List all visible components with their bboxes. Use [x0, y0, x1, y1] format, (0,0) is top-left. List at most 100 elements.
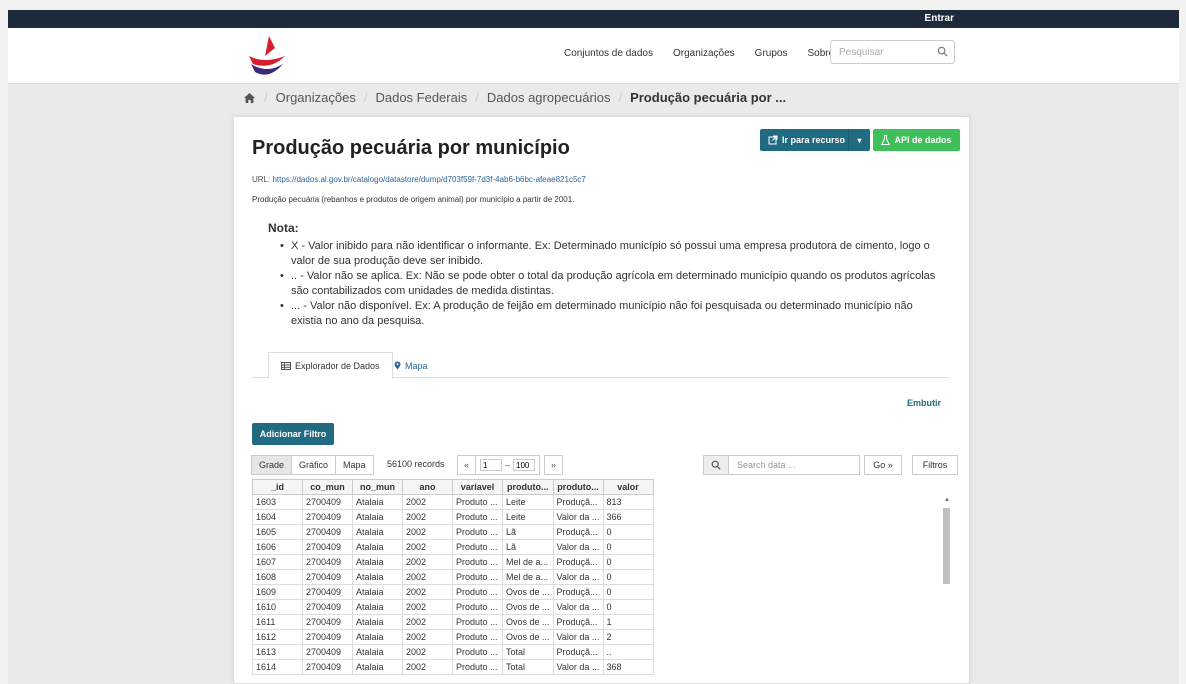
table-cell[interactable]: 2002 — [402, 629, 453, 645]
table-cell[interactable]: 1606 — [252, 539, 303, 555]
table-cell[interactable]: 2700409 — [302, 614, 353, 630]
go-button[interactable]: Go » — [864, 455, 902, 475]
table-cell[interactable]: Atalaia — [352, 614, 403, 630]
go-to-resource-button[interactable]: Ir para recurso ▾ — [760, 129, 870, 151]
column-header[interactable]: variavel — [452, 479, 503, 495]
table-cell[interactable]: Valor da ... — [552, 569, 604, 585]
pager-to-input[interactable] — [513, 459, 536, 471]
table-cell[interactable]: Atalaia — [352, 599, 403, 615]
table-cell[interactable]: 2002 — [402, 494, 453, 510]
breadcrumb-item-current[interactable]: Produção pecuária por ... — [630, 90, 786, 105]
table-cell[interactable]: 2700409 — [302, 659, 353, 675]
table-cell[interactable]: 1612 — [252, 629, 303, 645]
table-cell[interactable]: 2 — [602, 629, 654, 645]
table-cell[interactable]: Valor da ... — [552, 659, 604, 675]
scrollbar-thumb[interactable] — [943, 508, 950, 584]
filters-button[interactable]: Filtros — [912, 455, 958, 475]
resource-url-link[interactable]: https://dados.al.gov.br/catalogo/datasto… — [272, 175, 585, 184]
tab-map[interactable]: Mapa — [382, 352, 440, 379]
breadcrumb-item-organizations[interactable]: Organizações — [276, 90, 356, 105]
table-cell[interactable]: 2700409 — [302, 524, 353, 540]
table-cell[interactable]: 1603 — [252, 494, 303, 510]
table-cell[interactable]: 1604 — [252, 509, 303, 525]
table-row[interactable]: 1605 2700409 Atalaia 2002 Produto ... Lã Produ… — [252, 524, 654, 540]
table-cell[interactable]: 2700409 — [302, 644, 353, 660]
table-cell[interactable]: 2700409 — [302, 629, 353, 645]
table-cell[interactable]: 1608 — [252, 569, 303, 585]
scroll-up-arrow[interactable]: ▲ — [944, 497, 950, 503]
table-cell[interactable]: 2002 — [402, 524, 453, 540]
table-cell[interactable]: 1 — [602, 614, 654, 630]
tab-data-explorer[interactable]: Explorador de Dados — [268, 352, 393, 379]
table-cell[interactable]: Valor da ... — [552, 599, 604, 615]
table-cell[interactable]: 0 — [602, 599, 654, 615]
table-cell[interactable]: Lã — [502, 524, 554, 540]
table-cell[interactable]: 0 — [602, 554, 654, 570]
table-cell[interactable]: 2700409 — [302, 509, 353, 525]
view-grid-button[interactable]: Grade — [251, 455, 293, 475]
table-cell[interactable]: Atalaia — [352, 569, 403, 585]
table-row[interactable]: 1607 2700409 Atalaia 2002 Produto ... Mel de … — [252, 554, 654, 570]
view-graph-button[interactable]: Gráfico — [291, 455, 337, 475]
table-row[interactable]: 1606 2700409 Atalaia 2002 Produto ... Lã Valor… — [252, 539, 654, 555]
table-row[interactable]: 1609 2700409 Atalaia 2002 Produto ... Ovos de… — [252, 584, 654, 600]
table-row[interactable]: 1604 2700409 Atalaia 2002 Produto ... Leite Va… — [252, 509, 654, 525]
table-cell[interactable]: Produto ... — [452, 494, 503, 510]
table-cell[interactable]: Valor da ... — [552, 509, 604, 525]
table-cell[interactable]: Produçã... — [552, 494, 604, 510]
column-header[interactable]: co_mun — [302, 479, 353, 495]
table-cell[interactable]: Produçã... — [552, 614, 604, 630]
table-cell[interactable]: Atalaia — [352, 644, 403, 660]
caret-down-icon[interactable]: ▾ — [848, 129, 870, 151]
pager-next-button[interactable]: » — [544, 455, 564, 475]
table-cell[interactable]: Mel de a... — [502, 569, 554, 585]
table-cell[interactable]: 1609 — [252, 584, 303, 600]
search-input[interactable]: Pesquisar — [830, 40, 955, 64]
table-cell[interactable]: Lã — [502, 539, 554, 555]
add-filter-button[interactable]: Adicionar Filtro — [252, 423, 334, 445]
table-row[interactable]: 1611 2700409 Atalaia 2002 Produto ... Ovos de… — [252, 614, 654, 630]
table-cell[interactable]: 2002 — [402, 554, 453, 570]
column-header[interactable]: no_mun — [352, 479, 403, 495]
table-cell[interactable]: 2700409 — [302, 539, 353, 555]
table-cell[interactable]: 2002 — [402, 599, 453, 615]
table-cell[interactable]: 0 — [602, 539, 654, 555]
table-cell[interactable]: Atalaia — [352, 584, 403, 600]
table-cell[interactable]: Leite — [502, 509, 554, 525]
table-cell[interactable]: 2700409 — [302, 569, 353, 585]
table-cell[interactable]: Atalaia — [352, 629, 403, 645]
table-cell[interactable]: Atalaia — [352, 659, 403, 675]
table-cell[interactable]: 0 — [602, 524, 654, 540]
table-cell[interactable]: Produto ... — [452, 629, 503, 645]
table-cell[interactable]: Leite — [502, 494, 554, 510]
table-cell[interactable]: Total — [502, 659, 554, 675]
breadcrumb-item-agri-data[interactable]: Dados agropecuários — [487, 90, 611, 105]
table-cell[interactable]: 1611 — [252, 614, 303, 630]
table-cell[interactable]: Produto ... — [452, 569, 503, 585]
table-cell[interactable]: 2002 — [402, 644, 453, 660]
table-row[interactable]: 1608 2700409 Atalaia 2002 Produto ... Mel de … — [252, 569, 654, 585]
table-cell[interactable]: 2002 — [402, 539, 453, 555]
table-cell[interactable]: Produto ... — [452, 539, 503, 555]
table-row[interactable]: 1613 2700409 Atalaia 2002 Produto ... Total Pr… — [252, 644, 654, 660]
table-cell[interactable]: Produto ... — [452, 509, 503, 525]
table-cell[interactable]: .. — [602, 644, 654, 660]
table-row[interactable]: 1610 2700409 Atalaia 2002 Produto ... Ovos de… — [252, 599, 654, 615]
table-cell[interactable]: Produto ... — [452, 599, 503, 615]
table-cell[interactable]: Produto ... — [452, 524, 503, 540]
table-cell[interactable]: Valor da ... — [552, 539, 604, 555]
column-header[interactable]: _id — [252, 479, 303, 495]
table-cell[interactable]: Atalaia — [352, 509, 403, 525]
column-header[interactable]: produto... — [552, 479, 604, 495]
table-cell[interactable]: 366 — [602, 509, 654, 525]
table-cell[interactable]: 813 — [602, 494, 654, 510]
pager-from-input[interactable] — [480, 459, 503, 471]
table-cell[interactable]: Produçã... — [552, 644, 604, 660]
table-cell[interactable]: 2700409 — [302, 494, 353, 510]
table-cell[interactable]: 1613 — [252, 644, 303, 660]
logo-icon[interactable] — [245, 34, 289, 78]
table-cell[interactable]: Produçã... — [552, 584, 604, 600]
table-cell[interactable]: 2700409 — [302, 599, 353, 615]
table-cell[interactable]: 2002 — [402, 659, 453, 675]
table-cell[interactable]: 2700409 — [302, 584, 353, 600]
